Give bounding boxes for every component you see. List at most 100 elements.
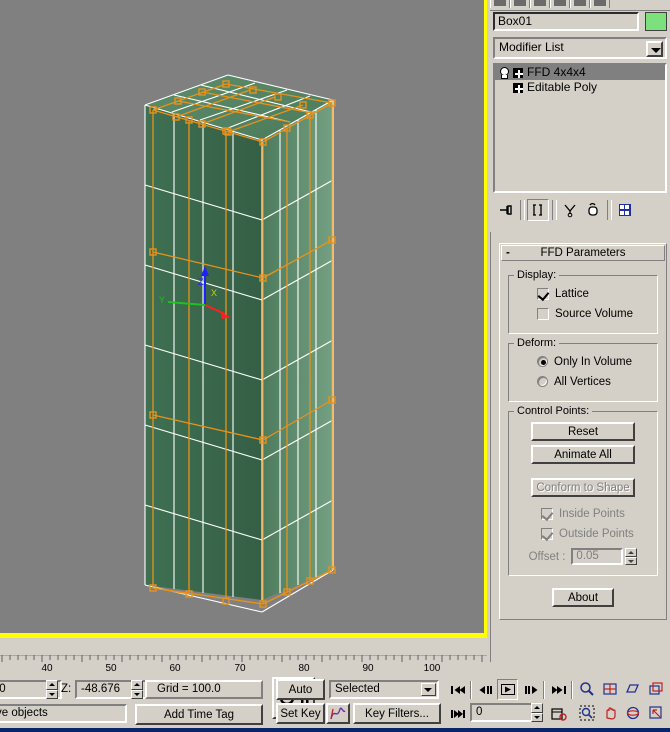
inside-points-checkbox-row[interactable]: Inside Points [541, 505, 651, 522]
create-tab-icon[interactable] [490, 0, 510, 8]
pan-view-icon[interactable] [599, 702, 620, 723]
stack-item-editable-poly[interactable]: Editable Poly [495, 80, 665, 95]
show-end-result-icon[interactable] [527, 199, 549, 221]
ruler-tick-label: 80 [298, 663, 310, 673]
reset-button[interactable]: Reset [531, 422, 635, 441]
toolbar-separator [470, 681, 472, 699]
time-configuration-button[interactable] [548, 703, 569, 724]
rollout-title-label: FFD Parameters [540, 247, 626, 259]
motion-tab-icon[interactable] [550, 0, 570, 8]
rollout-header[interactable]: - FFD Parameters [501, 245, 665, 261]
ruler-ticks: 40 50 60 70 80 90 100 [0, 655, 487, 673]
offset-input[interactable]: 0.05 [571, 548, 624, 565]
grid-size-readout: Grid = 100.0 [145, 680, 263, 699]
expand-plus-icon[interactable] [513, 67, 523, 78]
svg-text:X: X [211, 288, 217, 298]
time-slider-ruler[interactable]: 40 50 60 70 80 90 100 [0, 645, 490, 673]
ruler-tick-label: 90 [362, 663, 374, 673]
display-tab-icon[interactable] [570, 0, 590, 8]
offset-label: Offset : [528, 550, 566, 563]
source-volume-checkbox[interactable] [537, 307, 549, 320]
object-color-swatch[interactable] [645, 12, 667, 31]
auto-key-button[interactable]: Auto Key [276, 679, 325, 715]
z-spinner[interactable] [131, 680, 143, 699]
animation-curve-icon [330, 707, 346, 719]
animate-all-button[interactable]: Animate All [531, 445, 635, 464]
perspective-viewport[interactable]: Z X Y [0, 0, 487, 638]
svg-text:Y: Y [159, 295, 165, 305]
viewport-canvas[interactable]: Z X Y [0, 0, 484, 633]
lattice-checkbox[interactable] [537, 287, 549, 300]
z-label: Z: [61, 683, 72, 695]
maximize-viewport-toggle-icon[interactable] [645, 702, 666, 723]
deform-group: Deform: Only In Volume All Vertices [508, 337, 658, 402]
configure-modifier-sets-icon[interactable] [614, 199, 636, 221]
max-application-window: Z X Y Box01 Modifier List FFD 4x4x4 Edit… [0, 0, 670, 732]
source-volume-checkbox-row[interactable]: Source Volume [537, 305, 651, 322]
zoom-extents-all-icon[interactable] [645, 678, 666, 699]
go-to-start-button[interactable] [447, 679, 468, 700]
add-time-tag-button[interactable]: Add Time Tag [135, 704, 263, 725]
display-group-label: Display: [514, 269, 560, 281]
offset-spinner[interactable] [625, 548, 638, 565]
modifier-list-dropdown[interactable]: Modifier List [493, 37, 667, 59]
chevron-down-icon[interactable] [421, 683, 436, 696]
selection-set-label: Selected [335, 683, 380, 695]
collapse-icon[interactable]: - [506, 246, 510, 260]
command-panel-scrollbar[interactable] [490, 232, 498, 662]
region-zoom-icon[interactable] [576, 702, 597, 723]
object-name-input[interactable]: Box01 [493, 12, 639, 31]
outside-points-checkbox-row[interactable]: Outside Points [541, 525, 651, 542]
zoom-extents-icon[interactable] [622, 678, 643, 699]
next-frame-button[interactable] [520, 679, 541, 700]
play-animation-button[interactable] [497, 679, 518, 700]
outside-points-checkbox[interactable] [541, 527, 553, 540]
lattice-checkbox-row[interactable]: Lattice [537, 285, 651, 302]
utilities-tab-icon[interactable] [590, 0, 610, 8]
status-bar: .0 Z: -48.676 Grid = 100.0 ve objects Ad… [0, 673, 670, 728]
deform-group-label: Deform: [514, 337, 560, 349]
all-vertices-radio-row[interactable]: All Vertices [537, 373, 651, 390]
inside-points-checkbox[interactable] [541, 507, 553, 520]
arc-rotate-icon[interactable] [622, 702, 643, 723]
only-in-volume-radio[interactable] [537, 356, 548, 367]
key-filters-button[interactable]: Key Filters... [353, 703, 441, 724]
current-frame-input[interactable]: 0 [470, 703, 533, 722]
viewport-area: Z X Y [0, 0, 490, 640]
object-name-row: Box01 [493, 12, 667, 32]
stack-item-ffd[interactable]: FFD 4x4x4 [495, 65, 665, 80]
ruler-tick-label: 70 [234, 663, 246, 673]
set-key-filters-toggle[interactable] [326, 703, 350, 724]
expand-plus-icon[interactable] [513, 82, 523, 93]
pin-stack-icon[interactable] [495, 199, 517, 221]
go-to-end-button[interactable] [548, 679, 569, 700]
svg-text:Z: Z [198, 277, 204, 287]
stack-item-label: FFD 4x4x4 [527, 65, 586, 79]
conform-to-shape-button[interactable]: Conform to Shape [531, 478, 635, 497]
zoom-icon[interactable] [576, 678, 597, 699]
modifier-stack[interactable]: FFD 4x4x4 Editable Poly [493, 63, 667, 193]
command-panel-tab-strip[interactable] [490, 0, 670, 11]
only-in-volume-radio-row[interactable]: Only In Volume [537, 353, 651, 370]
all-vertices-radio[interactable] [537, 376, 548, 387]
ruler-tick-label: 50 [105, 663, 117, 673]
previous-frame-button[interactable] [475, 679, 496, 700]
modify-tab-icon[interactable] [510, 0, 530, 8]
toolbar-separator [607, 200, 612, 220]
frame-spinner[interactable] [531, 703, 543, 722]
set-key-button[interactable]: Set Key [276, 703, 325, 724]
ffd-parameters-rollout: - FFD Parameters Display: Lattice Source… [499, 243, 667, 620]
x-spinner[interactable] [46, 680, 58, 699]
zoom-all-icon[interactable] [599, 678, 620, 699]
light-bulb-icon[interactable] [498, 66, 509, 79]
chevron-down-icon[interactable] [646, 41, 663, 57]
selection-set-dropdown[interactable]: Selected [329, 680, 439, 699]
key-mode-toggle-button[interactable] [447, 703, 468, 724]
hierarchy-tab-icon[interactable] [530, 0, 550, 8]
about-button[interactable]: About [552, 588, 614, 607]
remove-modifier-icon[interactable] [582, 199, 604, 221]
make-unique-icon[interactable] [559, 199, 581, 221]
inside-points-label: Inside Points [559, 507, 625, 520]
source-volume-label: Source Volume [555, 307, 633, 320]
scene-3d: Z X Y [144, 74, 336, 613]
